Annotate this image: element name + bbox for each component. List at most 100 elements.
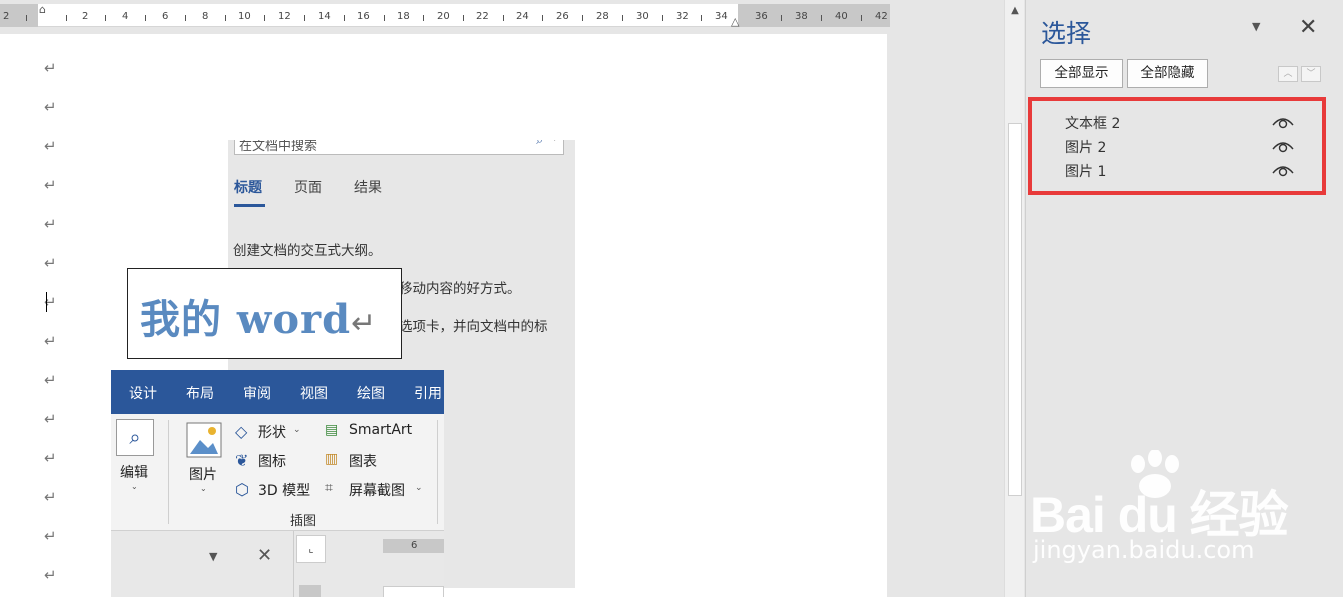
paragraph-mark: ↵ (44, 527, 57, 545)
chart-label: 图表 (349, 454, 377, 470)
show-all-button[interactable]: 全部显示 (1040, 59, 1123, 88)
search-icon: ⌕ (116, 419, 154, 456)
horizontal-ruler[interactable]: ⌂ △ 2 2 4 6 8 10 12 14 16 18 20 22 24 26… (0, 3, 890, 28)
3d-model-label: 3D 模型 (258, 483, 311, 499)
ruler-mark (503, 15, 504, 21)
chart-icon: ▥ (325, 451, 339, 467)
nav-tab-headings: 标题 (234, 180, 262, 196)
smartart-icon: ▤ (325, 422, 339, 438)
ruler-mark (861, 15, 862, 21)
eye-icon[interactable] (1272, 162, 1294, 178)
ruler-tick: 10 (238, 11, 251, 22)
mini-page (383, 586, 444, 597)
smartart-label: SmartArt (349, 422, 413, 438)
close-icon[interactable]: ✕ (1299, 15, 1317, 40)
mini-ruler: 6 (383, 539, 444, 553)
scroll-up-icon[interactable]: ▲ (1007, 3, 1023, 19)
chevron-down-icon: ⌄ (415, 483, 423, 493)
ribbon-bottom-strip: ▼ ✕ ⌞ 6 (111, 530, 444, 597)
paragraph-mark: ↵ (44, 371, 57, 389)
paragraph-mark: ↵ (44, 410, 57, 428)
ruler-mark (701, 15, 702, 21)
chevron-down-icon: ▼ (209, 550, 218, 563)
pane-title: 选择 (1041, 19, 1092, 48)
paragraph-mark: ↵ (44, 566, 57, 584)
send-backward-icon[interactable]: ﹀ (1301, 66, 1321, 82)
text-cursor (46, 292, 47, 312)
close-icon: ✕ (257, 545, 273, 566)
object-row-picture-1[interactable]: 图片 1 (1032, 158, 1322, 182)
paragraph-mark: ↵ (44, 254, 57, 272)
ruler-mark (344, 15, 345, 21)
picture-icon (186, 422, 222, 458)
eye-icon[interactable] (1272, 114, 1294, 130)
chevron-down-icon: ▾ (552, 140, 557, 144)
paragraph-mark: ↵ (44, 488, 57, 506)
right-indent-marker-icon[interactable]: △ (731, 15, 739, 28)
eye-icon[interactable] (1272, 138, 1294, 154)
ruler-mark (185, 15, 186, 21)
icons-icon: ❦ (235, 451, 249, 470)
watermark-url: jingyan.baidu.com (1033, 536, 1255, 564)
edit-label: 编辑 (120, 465, 148, 481)
illustrations-group-label: 插图 (290, 514, 317, 529)
ruler-mark (304, 15, 305, 21)
picture-label: 图片 (189, 467, 217, 483)
ruler-mark (66, 15, 67, 21)
ruler-tick: 34 (715, 11, 728, 22)
ruler-mark (582, 15, 583, 21)
nav-tab-pages: 页面 (294, 180, 322, 196)
screenshot-icon: ⌗ (325, 480, 333, 496)
object-row-picture-2[interactable]: 图片 2 (1032, 134, 1322, 158)
ruler-mark (26, 15, 27, 21)
document-area: ⌂ △ 2 2 4 6 8 10 12 14 16 18 20 22 24 26… (0, 0, 1004, 597)
object-label: 图片 2 (1065, 140, 1107, 156)
ribbon-tab-references: 引用 (414, 386, 442, 402)
icons-label: 图标 (258, 454, 286, 470)
ruler-tick: 8 (202, 11, 209, 22)
ruler-mark (225, 15, 226, 21)
ruler-mark (384, 15, 385, 21)
vertical-scrollbar[interactable]: ▲ (1004, 0, 1024, 597)
ruler-mark (145, 15, 146, 21)
tab-stop-icon: ⌞ (296, 535, 326, 563)
screenshot-label: 屏幕截图 (349, 483, 405, 499)
ruler-tick: 30 (636, 11, 649, 22)
object-label: 图片 1 (1065, 164, 1107, 180)
ruler-tick: 2 (3, 11, 10, 22)
paragraph-mark: ↵ (44, 59, 57, 77)
indent-marker-icon[interactable]: ⌂ (39, 3, 46, 16)
ruler-tick: 26 (556, 11, 569, 22)
nav-text-line: 创建文档的交互式大纲。 (233, 243, 382, 259)
nav-search-input: 在文档中搜索 ⌕ ▾ (234, 140, 564, 155)
ruler-mark (463, 15, 464, 21)
ruler-mark (662, 15, 663, 21)
search-icon: ⌕ (536, 140, 543, 147)
chevron-down-icon: ⌄ (293, 425, 301, 435)
ribbon-tab-layout: 布局 (186, 386, 214, 402)
ruler-tick: 38 (795, 11, 808, 22)
ruler-mark (105, 15, 106, 21)
chevron-down-icon: ⌄ (131, 482, 138, 491)
wordart-textbox[interactable]: 我的 word↵ (127, 268, 402, 359)
wordart-text: 我的 word↵ (140, 287, 377, 345)
ruler-tick: 18 (397, 11, 410, 22)
ruler-mark (781, 15, 782, 21)
paragraph-mark: ↵ (44, 215, 57, 233)
paragraph-mark: ↵ (44, 449, 57, 467)
ribbon-tab-design: 设计 (129, 386, 157, 402)
ruler-mark (542, 15, 543, 21)
picture-ribbon[interactable]: 设计 布局 审阅 视图 绘图 引用 ⌕ 编辑 ⌄ 图片 ⌄ ◇ 形状 ⌄ ❦ 图… (111, 370, 444, 597)
nav-search-placeholder: 在文档中搜索 (239, 140, 318, 153)
cube-icon: ⬡ (235, 480, 249, 499)
ribbon-tab-draw: 绘图 (357, 386, 385, 402)
hide-all-button[interactable]: 全部隐藏 (1127, 59, 1208, 88)
pane-options-chevron-icon[interactable]: ▼ (1252, 20, 1260, 33)
nav-text-line: 移动内容的好方式。 (399, 281, 521, 297)
bring-forward-icon[interactable]: ︿ (1278, 66, 1298, 82)
nav-tab-results: 结果 (354, 180, 382, 196)
mini-ruler-block (299, 585, 321, 597)
paragraph-mark: ↵ (44, 176, 57, 194)
scroll-thumb[interactable] (1008, 123, 1022, 496)
object-row-textbox-2[interactable]: 文本框 2 (1032, 110, 1322, 134)
